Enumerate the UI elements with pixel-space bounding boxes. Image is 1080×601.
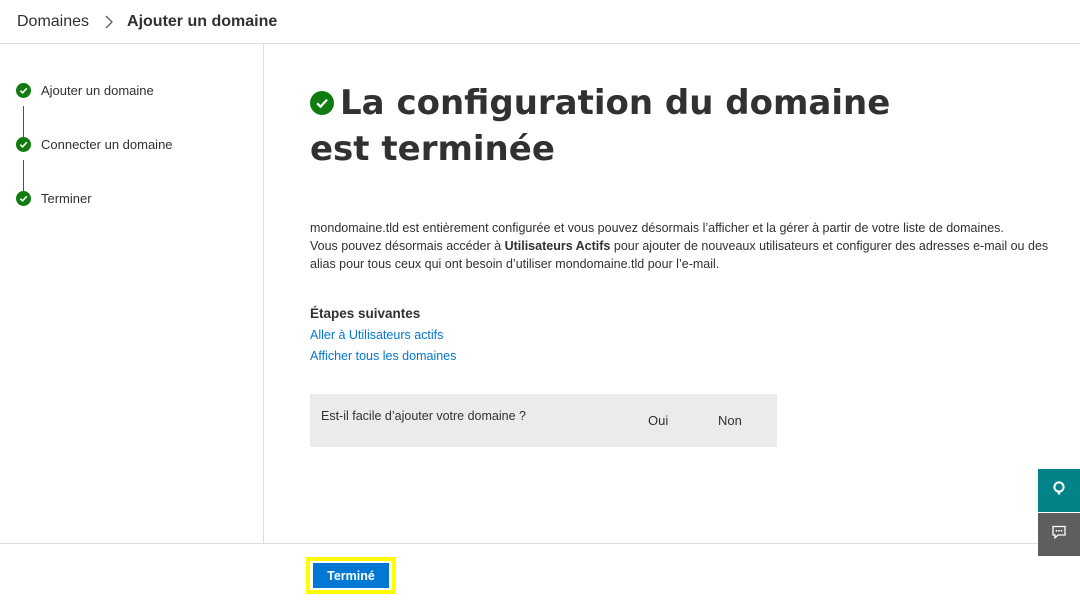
main-content: La configuration du domaine est terminée… — [310, 80, 1050, 447]
feedback-panel: Est-il facile d’ajouter votre domaine ? … — [310, 394, 777, 447]
wizard-stepper: Ajouter un domaine Connecter un domaine … — [0, 44, 264, 543]
breadcrumb-current: Ajouter un domaine — [127, 12, 278, 30]
check-circle-icon — [16, 83, 31, 98]
page-title: La configuration du domaine est terminée — [310, 83, 891, 169]
help-icon — [1051, 480, 1067, 501]
step-label: Terminer — [41, 191, 92, 206]
feedback-no-button[interactable]: Non — [718, 413, 742, 428]
description-text: Vous pouvez désormais accéder à — [310, 239, 505, 253]
description-line-1: mondomaine.tld est entièrement configuré… — [310, 221, 1004, 235]
go-to-active-users-link[interactable]: Aller à Utilisateurs actifs — [310, 328, 443, 342]
done-button-highlight: Terminé — [306, 557, 396, 594]
feedback-yes-button[interactable]: Oui — [648, 413, 668, 428]
step-finish: Terminer — [16, 191, 92, 206]
check-circle-icon — [16, 191, 31, 206]
step-add-domain: Ajouter un domaine — [16, 83, 154, 98]
step-label: Ajouter un domaine — [41, 83, 154, 98]
description: mondomaine.tld est entièrement configuré… — [310, 219, 1050, 273]
next-steps-heading: Étapes suivantes — [310, 306, 421, 321]
breadcrumb: Domaines Ajouter un domaine — [0, 0, 1080, 44]
feedback-question: Est-il facile d’ajouter votre domaine ? — [321, 409, 526, 423]
footer: Terminé — [0, 543, 1080, 601]
step-connect-domain: Connecter un domaine — [16, 137, 173, 152]
feedback-side-button[interactable] — [1038, 513, 1080, 556]
show-all-domains-link[interactable]: Afficher tous les domaines — [310, 349, 456, 363]
step-label: Connecter un domaine — [41, 137, 173, 152]
title-row: La configuration du domaine est terminée — [310, 80, 1050, 172]
done-button[interactable]: Terminé — [313, 563, 389, 588]
chevron-right-icon — [99, 12, 119, 32]
chat-feedback-icon — [1051, 524, 1067, 545]
success-check-icon — [310, 91, 334, 115]
breadcrumb-domains-link[interactable]: Domaines — [17, 13, 89, 31]
description-line-2: Vous pouvez désormais accéder à Utilisat… — [310, 237, 1050, 273]
active-users-emphasis: Utilisateurs Actifs — [504, 239, 611, 253]
check-circle-icon — [16, 137, 31, 152]
help-button[interactable] — [1038, 469, 1080, 512]
